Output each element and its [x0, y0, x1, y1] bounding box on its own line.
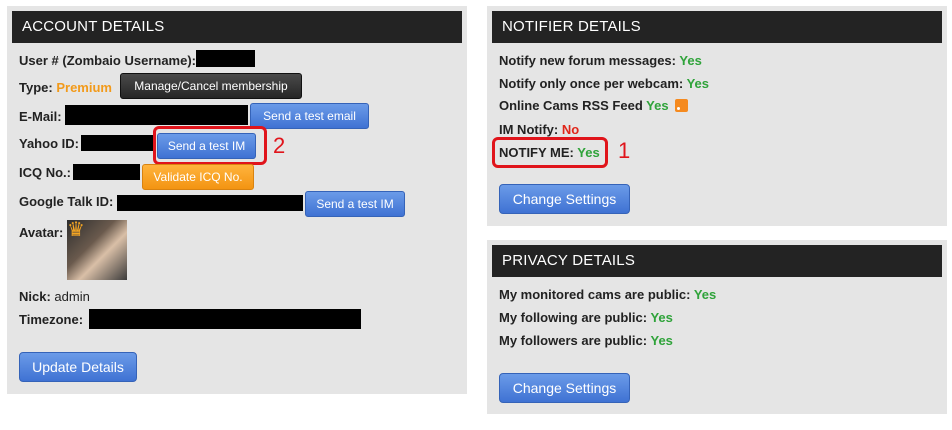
user-label: User # (Zombaio Username): — [19, 53, 196, 68]
account-details-title: ACCOUNT DETAILS — [12, 11, 462, 43]
nick-label: Nick: — [19, 289, 51, 304]
icq-label: ICQ No.: — [19, 165, 71, 180]
notifier-details-title: NOTIFIER DETAILS — [492, 11, 942, 43]
following-row: My following are public: Yes — [499, 310, 673, 326]
followers-row: My followers are public: Yes — [499, 333, 673, 349]
user-row: User # (Zombaio Username): — [19, 53, 196, 69]
send-test-email-button[interactable]: Send a test email — [250, 103, 369, 129]
yahoo-label: Yahoo ID: — [19, 136, 79, 151]
following-value: Yes — [650, 310, 673, 325]
timezone-row: Timezone: — [19, 312, 83, 328]
manage-membership-button[interactable]: Manage/Cancel membership — [120, 73, 302, 99]
rss-value: Yes — [646, 98, 669, 113]
rss-icon[interactable] — [675, 99, 689, 112]
yahoo-row: Yahoo ID: — [19, 136, 79, 152]
yahoo-value-redacted — [81, 135, 153, 151]
user-value-redacted — [196, 50, 255, 67]
followers-value: Yes — [650, 333, 673, 348]
timezone-value-redacted — [89, 309, 361, 329]
account-details-panel: ACCOUNT DETAILS User # (Zombaio Username… — [7, 6, 467, 394]
avatar-row: Avatar: — [19, 225, 63, 241]
notifier-details-panel: NOTIFIER DETAILS Notify new forum messag… — [487, 6, 947, 226]
email-value-redacted — [65, 105, 248, 125]
gtalk-row: Google Talk ID: — [19, 194, 113, 210]
privacy-details-title: PRIVACY DETAILS — [492, 245, 942, 277]
type-value: Premium — [56, 80, 112, 95]
notify-me-value: Yes — [577, 145, 600, 160]
notify-me-row: NOTIFY ME: Yes — [499, 145, 600, 161]
annotation-number-1: 1 — [618, 138, 631, 163]
timezone-label: Timezone: — [19, 312, 84, 327]
monitored-value: Yes — [693, 287, 717, 302]
forum-value: Yes — [679, 53, 702, 68]
im-notify-label: IM Notify: — [499, 122, 559, 137]
crown-icon: ♛ — [67, 219, 85, 241]
type-row: Type: Premium — [19, 80, 112, 96]
im-notify-row: IM Notify: No — [499, 122, 579, 138]
followers-label: My followers are public: — [499, 333, 648, 348]
yahoo-send-test-im-button[interactable]: Send a test IM — [157, 133, 256, 159]
gtalk-send-test-im-button[interactable]: Send a test IM — [305, 191, 405, 217]
email-label: E-Mail: — [19, 109, 62, 124]
annotation-number-2: 2 — [273, 133, 286, 158]
once-label: Notify only once per webcam: — [499, 76, 684, 91]
gtalk-value-redacted — [117, 195, 303, 211]
once-row: Notify only once per webcam: Yes — [499, 76, 709, 92]
rss-label: Online Cams RSS Feed — [499, 98, 643, 113]
type-label: Type: — [19, 80, 53, 95]
nick-value: admin — [54, 289, 90, 304]
notify-me-label: NOTIFY ME: — [499, 145, 574, 160]
forum-label: Notify new forum messages: — [499, 53, 676, 68]
avatar-label: Avatar: — [19, 225, 64, 240]
icq-row: ICQ No.: — [19, 165, 71, 181]
privacy-details-panel: PRIVACY DETAILS My monitored cams are pu… — [487, 240, 947, 414]
monitored-row: My monitored cams are public: Yes — [499, 287, 716, 303]
icq-value-redacted — [73, 164, 140, 180]
gtalk-label: Google Talk ID: — [19, 194, 114, 209]
privacy-change-settings-button[interactable]: Change Settings — [499, 373, 630, 403]
rss-row: Online Cams RSS Feed Yes — [499, 98, 689, 114]
forum-row: Notify new forum messages: Yes — [499, 53, 702, 69]
update-details-button[interactable]: Update Details — [19, 352, 137, 382]
nick-row: Nick: admin — [19, 289, 90, 305]
following-label: My following are public: — [499, 310, 648, 325]
validate-icq-button[interactable]: Validate ICQ No. — [142, 164, 254, 190]
notifier-change-settings-button[interactable]: Change Settings — [499, 184, 630, 214]
once-value: Yes — [686, 76, 710, 91]
im-notify-value: No — [561, 122, 580, 137]
monitored-label: My monitored cams are public: — [499, 287, 691, 302]
email-row: E-Mail: — [19, 109, 62, 125]
